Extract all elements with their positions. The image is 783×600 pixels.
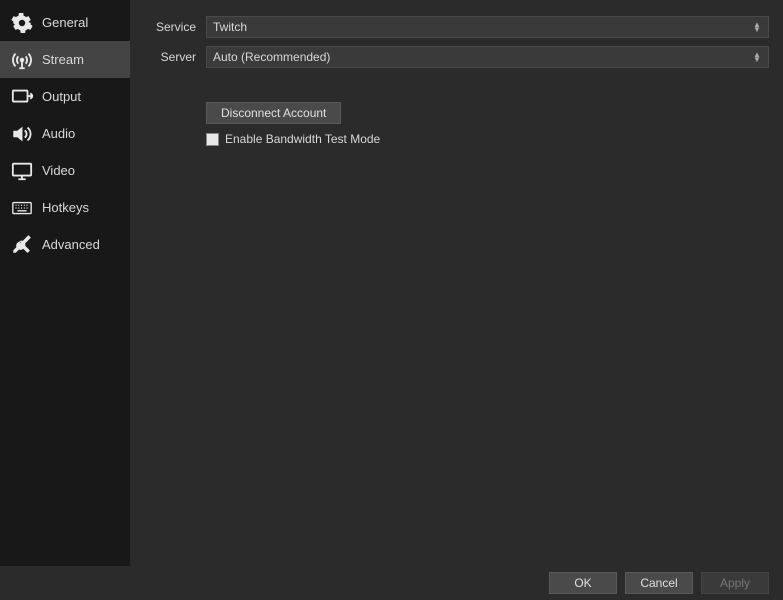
sidebar-item-label: General — [42, 15, 88, 30]
sidebar-item-label: Audio — [42, 126, 75, 141]
sidebar-item-label: Stream — [42, 52, 84, 67]
antenna-icon — [10, 48, 34, 72]
service-value: Twitch — [213, 20, 247, 34]
bandwidth-test-label: Enable Bandwidth Test Mode — [225, 132, 380, 146]
disconnect-account-button[interactable]: Disconnect Account — [206, 102, 341, 124]
apply-button[interactable]: Apply — [701, 572, 769, 594]
sidebar-item-label: Output — [42, 89, 81, 104]
sidebar-item-label: Hotkeys — [42, 200, 89, 215]
monitor-icon — [10, 159, 34, 183]
server-value: Auto (Recommended) — [213, 50, 330, 64]
sidebar-item-hotkeys[interactable]: Hotkeys — [0, 189, 130, 226]
service-select[interactable]: Twitch ▲▼ — [206, 16, 769, 38]
updown-icon: ▲▼ — [752, 52, 762, 62]
sidebar-item-label: Video — [42, 163, 75, 178]
sidebar-item-general[interactable]: General — [0, 4, 130, 41]
keyboard-icon — [10, 196, 34, 220]
server-select[interactable]: Auto (Recommended) ▲▼ — [206, 46, 769, 68]
updown-icon: ▲▼ — [752, 22, 762, 32]
server-label: Server — [140, 50, 206, 64]
bandwidth-test-checkbox[interactable] — [206, 133, 219, 146]
settings-content: Service Twitch ▲▼ Server Auto (Recommend… — [130, 0, 783, 566]
settings-sidebar: General Stream Output Audio Video — [0, 0, 130, 566]
sidebar-item-video[interactable]: Video — [0, 152, 130, 189]
service-label: Service — [140, 20, 206, 34]
tools-icon — [10, 233, 34, 257]
sidebar-item-stream[interactable]: Stream — [0, 41, 130, 78]
speaker-icon — [10, 122, 34, 146]
output-icon — [10, 85, 34, 109]
ok-button[interactable]: OK — [549, 572, 617, 594]
cancel-button[interactable]: Cancel — [625, 572, 693, 594]
dialog-footer: OK Cancel Apply — [0, 566, 783, 600]
sidebar-item-audio[interactable]: Audio — [0, 115, 130, 152]
sidebar-item-advanced[interactable]: Advanced — [0, 226, 130, 263]
gear-icon — [10, 11, 34, 35]
sidebar-item-label: Advanced — [42, 237, 100, 252]
sidebar-item-output[interactable]: Output — [0, 78, 130, 115]
